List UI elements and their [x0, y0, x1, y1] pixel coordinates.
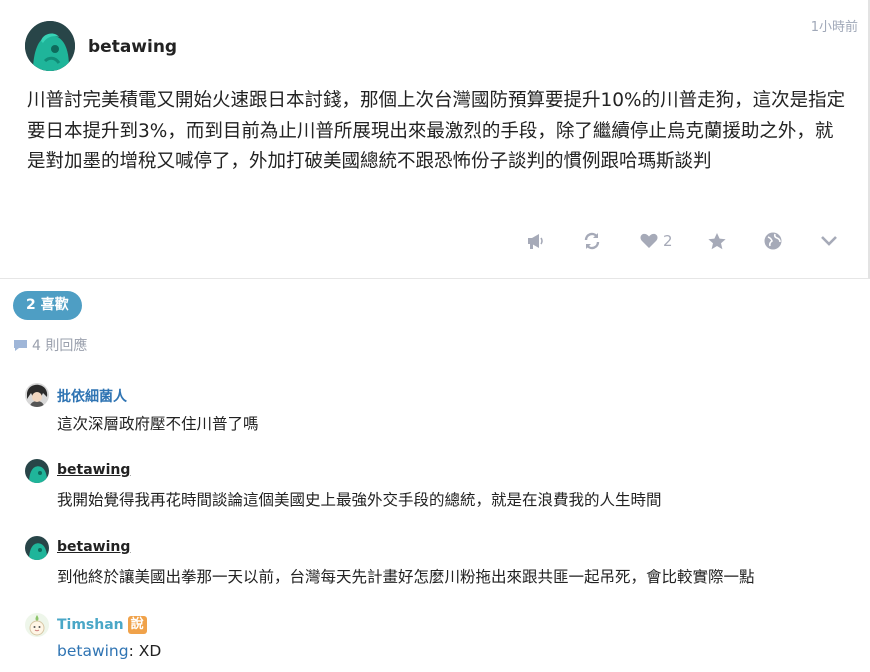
- comment-text: 到他終於讓美國出拳那一天以前，台灣每天先計畫好怎麼川粉拖出來跟共匪一起吊死，會比…: [57, 568, 755, 586]
- commenter-avatar[interactable]: [25, 383, 49, 407]
- say-badge: 說: [127, 616, 147, 634]
- post-timestamp[interactable]: 1小時前: [811, 16, 858, 35]
- star-icon: [708, 232, 726, 249]
- more-options-button[interactable]: [820, 229, 838, 253]
- author-avatar[interactable]: [25, 21, 75, 71]
- comment-text: 這次深層政府壓不住川普了嗎: [57, 415, 259, 433]
- megaphone-icon: [528, 234, 543, 249]
- comment-text: 我開始覺得我再花時間談論這個美國史上最強外交手段的總統，就是在浪費我的人生時間: [57, 491, 662, 509]
- like-button[interactable]: 2: [640, 229, 673, 253]
- comment-body: XD: [133, 642, 162, 660]
- comment-icon: [14, 339, 27, 351]
- author-name[interactable]: betawing: [88, 37, 177, 57]
- replies-count[interactable]: 4 則回應: [13, 335, 87, 355]
- comment-text: betawing: XD: [57, 642, 161, 660]
- globe-button[interactable]: [763, 229, 783, 253]
- favorite-button[interactable]: [707, 229, 727, 253]
- commenter-avatar[interactable]: [25, 459, 49, 483]
- commenter-name-row: Timshan 說: [57, 616, 147, 634]
- globe-icon: [764, 232, 782, 250]
- commenter-name[interactable]: 批依細菌人: [57, 386, 127, 406]
- commenter-avatar[interactable]: [25, 613, 49, 637]
- post-actions: 2: [0, 229, 868, 253]
- commenter-name[interactable]: betawing: [57, 462, 130, 478]
- chevron-down-icon: [821, 236, 837, 246]
- replies-count-label: 4 則回應: [32, 338, 88, 354]
- like-count: 2: [663, 232, 673, 250]
- repost-button[interactable]: [582, 229, 602, 253]
- post-body: 川普討完美積電又開始火速跟日本討錢，那個上次台灣國防預算要提升10%的川普走狗，…: [27, 90, 846, 172]
- commenter-name[interactable]: Timshan: [57, 617, 124, 633]
- commenter-name[interactable]: betawing: [57, 539, 130, 555]
- likes-badge[interactable]: 2 喜歡: [13, 291, 82, 320]
- megaphone-button[interactable]: [526, 229, 546, 253]
- commenter-avatar[interactable]: [25, 536, 49, 560]
- heart-icon: [640, 233, 658, 248]
- post-card: betawing 1小時前 川普討完美積電又開始火速跟日本討錢，那個上次台灣國防…: [0, 0, 870, 279]
- repost-icon: [584, 232, 600, 250]
- reply-to-link[interactable]: betawing: [57, 642, 129, 660]
